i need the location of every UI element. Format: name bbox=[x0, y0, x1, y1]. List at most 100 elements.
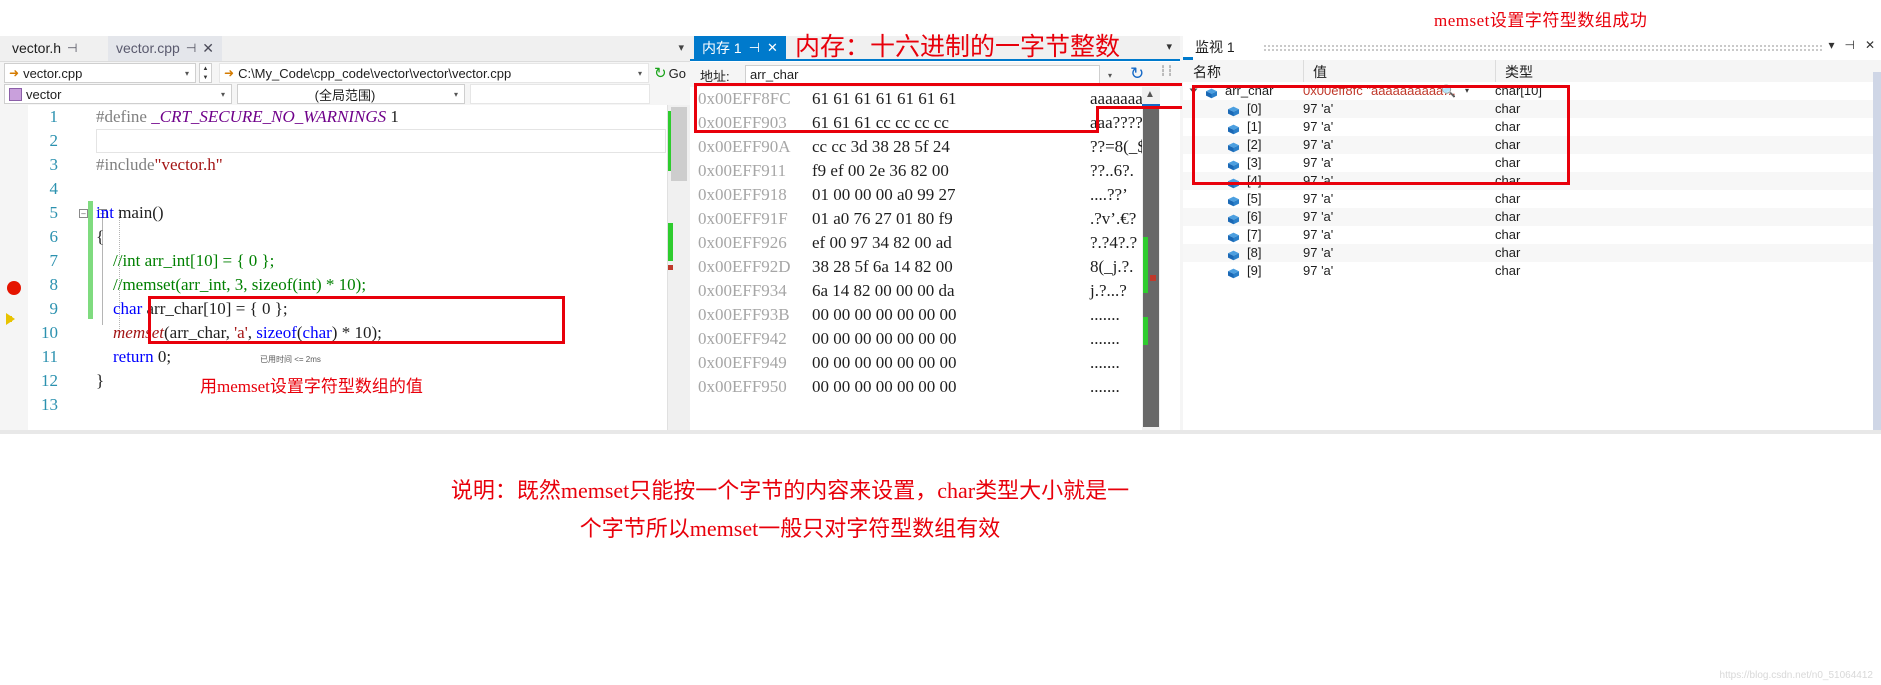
expander-triangle-icon[interactable] bbox=[1189, 88, 1198, 94]
column-divider[interactable] bbox=[1495, 60, 1496, 82]
scrollbar-thumb[interactable] bbox=[671, 107, 687, 181]
memory-row[interactable]: 0x00EFF8FC 61 61 61 61 61 61 61 aaaaaaa bbox=[690, 87, 1143, 111]
chevron-down-icon[interactable]: ▾ bbox=[179, 69, 195, 78]
watch-variable-value[interactable]: 0x00eff8fc "aaaaaaaaaa… bbox=[1303, 82, 1456, 100]
scope-selector-combo[interactable]: vector ▾ bbox=[4, 84, 232, 104]
watch-variable-value[interactable]: 97 'a' bbox=[1303, 100, 1333, 118]
member-selector-combo[interactable]: (全局范围) ▾ bbox=[237, 84, 465, 104]
memory-ascii: aaaaaaa bbox=[1090, 89, 1143, 108]
memory-row[interactable]: 0x00EFF918 01 00 00 00 a0 99 27 ....??’ bbox=[690, 183, 1142, 207]
watch-row[interactable]: [8] 97 'a' char bbox=[1183, 244, 1881, 262]
toolbar-grip-icon[interactable]: ┆┆ bbox=[1160, 66, 1174, 77]
memory-row[interactable]: 0x00EFF90A cc cc 3d 38 28 5f 24 ??=8(_$ bbox=[690, 135, 1146, 159]
memory-row[interactable]: 0x00EFF926 ef 00 97 34 82 00 ad ?.?4?.? bbox=[690, 231, 1142, 255]
close-icon[interactable]: ✕ bbox=[202, 36, 214, 61]
code-line[interactable]: } bbox=[96, 369, 104, 393]
code-line[interactable]: //memset(arr_int, 3, sizeof(int) * 10); bbox=[96, 273, 366, 297]
chevron-down-icon[interactable]: ▾ bbox=[678, 41, 684, 54]
chevron-down-icon[interactable]: ▾ bbox=[448, 90, 464, 99]
pin-icon[interactable]: ⊣ bbox=[749, 40, 760, 56]
editor-tab-vector-h[interactable]: vector.h ⊣ bbox=[4, 36, 86, 61]
memory-row[interactable]: 0x00EFF934 6a 14 82 00 00 00 da j.?...? bbox=[690, 279, 1142, 303]
spin-down-icon[interactable]: ▼ bbox=[203, 75, 209, 81]
watch-variable-value[interactable]: 97 'a' bbox=[1303, 172, 1333, 190]
go-label: Go bbox=[668, 65, 686, 81]
code-line[interactable]: char arr_char[10] = { 0 }; bbox=[96, 297, 288, 321]
memory-row[interactable]: 0x00EFF92D 38 28 5f 6a 14 82 00 8(_j.?. bbox=[690, 255, 1142, 279]
chevron-down-icon[interactable]: ▾ bbox=[1828, 38, 1834, 52]
memory-row[interactable]: 0x00EFF949 00 00 00 00 00 00 00....... bbox=[690, 351, 1142, 375]
watch-row[interactable]: arr_char 0x00eff8fc "aaaaaaaaaa… 🔍 ▾ char[10… bbox=[1183, 82, 1881, 100]
watch-row[interactable]: [4] 97 'a' char bbox=[1183, 172, 1881, 190]
watch-tab[interactable]: 监视 1 bbox=[1195, 37, 1235, 57]
memory-row[interactable]: 0x00EFF91F 01 a0 76 27 01 80 f9 .?v’.€? bbox=[690, 207, 1142, 231]
go-button[interactable]: ↻ Go bbox=[654, 64, 686, 82]
memory-ascii: ....... bbox=[1090, 329, 1120, 348]
watch-row[interactable]: [0] 97 'a' char bbox=[1183, 100, 1881, 118]
watch-variable-value[interactable]: 97 'a' bbox=[1303, 136, 1333, 154]
third-selector-combo[interactable] bbox=[470, 84, 650, 104]
scroll-up-icon[interactable]: ▲ bbox=[1145, 89, 1155, 100]
code-line[interactable]: { bbox=[96, 225, 104, 249]
line-number: 13 bbox=[41, 395, 58, 414]
chevron-down-icon[interactable]: ▾ bbox=[1108, 71, 1112, 80]
chevron-down-icon[interactable]: ▾ bbox=[1166, 40, 1172, 53]
chevron-down-icon[interactable]: ▾ bbox=[215, 90, 231, 99]
watch-row[interactable]: [6] 97 'a' char bbox=[1183, 208, 1881, 226]
code-line[interactable]: #define _CRT_SECURE_NO_WARNINGS 1 bbox=[96, 105, 399, 129]
watch-variable-value[interactable]: 97 'a' bbox=[1303, 226, 1333, 244]
watch-rows[interactable]: arr_char 0x00eff8fc "aaaaaaaaaa… 🔍 ▾ char[10… bbox=[1183, 82, 1881, 382]
watch-variable-value[interactable]: 97 'a' bbox=[1303, 154, 1333, 172]
watch-variable-value[interactable]: 97 'a' bbox=[1303, 262, 1333, 280]
watch-row[interactable]: [9] 97 'a' char bbox=[1183, 262, 1881, 280]
watch-variable-value[interactable]: 97 'a' bbox=[1303, 208, 1333, 226]
chevron-down-icon[interactable]: ▾ bbox=[632, 69, 648, 78]
memory-hex-bytes: 01 00 00 00 a0 99 27 bbox=[812, 185, 956, 204]
watch-row[interactable]: [3] 97 'a' char bbox=[1183, 154, 1881, 172]
nav-spinner[interactable]: ▲ ▼ bbox=[199, 63, 212, 83]
code-line[interactable]: #include"vector.h" bbox=[96, 153, 223, 177]
watch-row[interactable]: [5] 97 'a' char bbox=[1183, 190, 1881, 208]
memory-row[interactable]: 0x00EFF903 61 61 61 cc cc cc cc aaa???? bbox=[690, 111, 1143, 135]
watch-row[interactable]: [2] 97 'a' char bbox=[1183, 136, 1881, 154]
pin-icon[interactable]: ⊣ bbox=[1844, 38, 1854, 52]
memory-row[interactable]: 0x00EFF93B 00 00 00 00 00 00 00....... bbox=[690, 303, 1142, 327]
column-header-type[interactable]: 类型 bbox=[1505, 62, 1533, 82]
search-icon[interactable]: 🔍 bbox=[1441, 82, 1456, 100]
address-input[interactable]: arr_char bbox=[745, 65, 1100, 84]
watch-variable-value[interactable]: 97 'a' bbox=[1303, 190, 1333, 208]
column-header-value[interactable]: 值 bbox=[1313, 62, 1327, 82]
close-icon[interactable]: ✕ bbox=[767, 40, 778, 56]
code-line[interactable]: memset(arr_char, 'a', sizeof(char) * 10)… bbox=[96, 321, 382, 345]
memory-row[interactable]: 0x00EFF942 00 00 00 00 00 00 00....... bbox=[690, 327, 1142, 351]
memory-vertical-scrollbar[interactable]: ▲ bbox=[1142, 87, 1160, 434]
pin-icon[interactable]: ⊣ bbox=[67, 36, 77, 61]
project-selector-combo[interactable]: ➜ vector.cpp ▾ bbox=[4, 63, 196, 83]
column-header-name[interactable]: 名称 bbox=[1193, 62, 1221, 82]
watch-row[interactable]: [7] 97 'a' char bbox=[1183, 226, 1881, 244]
annotation-top-right: memset设置字符型数组成功 bbox=[1434, 11, 1648, 30]
code-line[interactable]: int main() bbox=[96, 201, 164, 225]
pin-icon[interactable]: ⊣ bbox=[186, 36, 196, 61]
watch-row[interactable]: [1] 97 'a' char bbox=[1183, 118, 1881, 136]
memory-tab[interactable]: 内存 1 ⊣ ✕ bbox=[694, 36, 786, 60]
memory-row[interactable]: 0x00EFF950 00 00 00 00 00 00 00....... bbox=[690, 375, 1142, 399]
watch-variable-value[interactable]: 97 'a' bbox=[1303, 118, 1333, 136]
editor-vertical-scrollbar[interactable] bbox=[667, 105, 690, 434]
file-path-combo[interactable]: ➜ C:\My_Code\cpp_code\vector\vector\vect… bbox=[219, 63, 649, 83]
column-divider[interactable] bbox=[1303, 60, 1304, 82]
code-line[interactable]: return 0; bbox=[96, 345, 171, 369]
refresh-icon[interactable]: ↻ bbox=[1130, 64, 1144, 84]
code-line[interactable]: //int arr_int[10] = { 0 }; bbox=[96, 249, 274, 273]
fold-toggle-main[interactable]: – bbox=[79, 209, 88, 218]
memory-toolbar: 地址: arr_char ▾ ↻ ┆┆ bbox=[690, 62, 1180, 87]
memory-row[interactable]: 0x00EFF911 f9 ef 00 2e 36 82 00 ??..6?. bbox=[690, 159, 1142, 183]
chevron-down-icon[interactable]: ▾ bbox=[1465, 82, 1469, 100]
memory-rows[interactable]: 0x00EFF8FC 61 61 61 61 61 61 61 aaaaaaa 0x0… bbox=[690, 87, 1162, 434]
spin-up-icon[interactable]: ▲ bbox=[203, 66, 209, 72]
ide-right-edge-scrollbar[interactable] bbox=[1873, 72, 1881, 470]
watch-variable-value[interactable]: 97 'a' bbox=[1303, 244, 1333, 262]
close-icon[interactable]: ✕ bbox=[1865, 38, 1875, 52]
watch-column-headers: 名称 值 类型 bbox=[1183, 60, 1881, 83]
editor-tab-vector-cpp[interactable]: vector.cpp ⊣ ✕ bbox=[108, 36, 223, 61]
